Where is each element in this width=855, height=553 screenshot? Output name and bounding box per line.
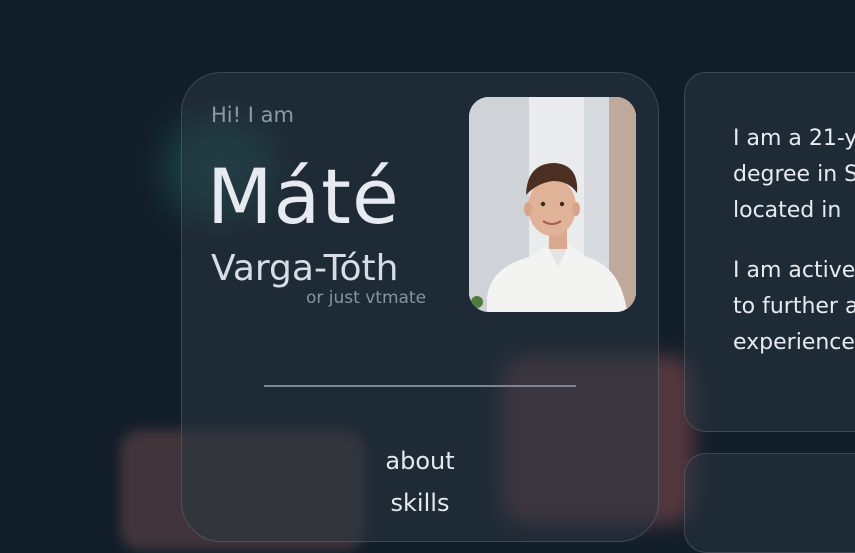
- bio-line: degree in S: [733, 162, 855, 187]
- bio-line: located in: [733, 198, 842, 223]
- bio-line: experience: [733, 330, 855, 355]
- bio-line: to further a: [733, 294, 855, 319]
- portrait-illustration: [469, 97, 636, 312]
- profile-card: Hi! I am Máté Varga-Tóth or just vtmate …: [181, 72, 659, 542]
- bio-line: I am active: [733, 258, 855, 283]
- first-name: Máté: [207, 152, 400, 241]
- nav-link-skills[interactable]: skills: [182, 489, 658, 517]
- profile-photo: [469, 97, 636, 312]
- last-name: Varga-Tóth: [211, 248, 399, 289]
- secondary-card: [684, 453, 855, 553]
- greeting-text: Hi! I am: [211, 103, 294, 127]
- section-divider: [264, 385, 576, 387]
- bio-line: I am a 21-y: [733, 126, 855, 151]
- bio-paragraph-1: I am a 21-y degree in S located in: [733, 121, 855, 229]
- handle-text: or just vtmate: [306, 288, 427, 308]
- bio-card: I am a 21-y degree in S located in I am …: [684, 72, 855, 432]
- bio-paragraph-2: I am active to further a experience: [733, 253, 855, 361]
- nav-link-about[interactable]: about: [182, 447, 658, 475]
